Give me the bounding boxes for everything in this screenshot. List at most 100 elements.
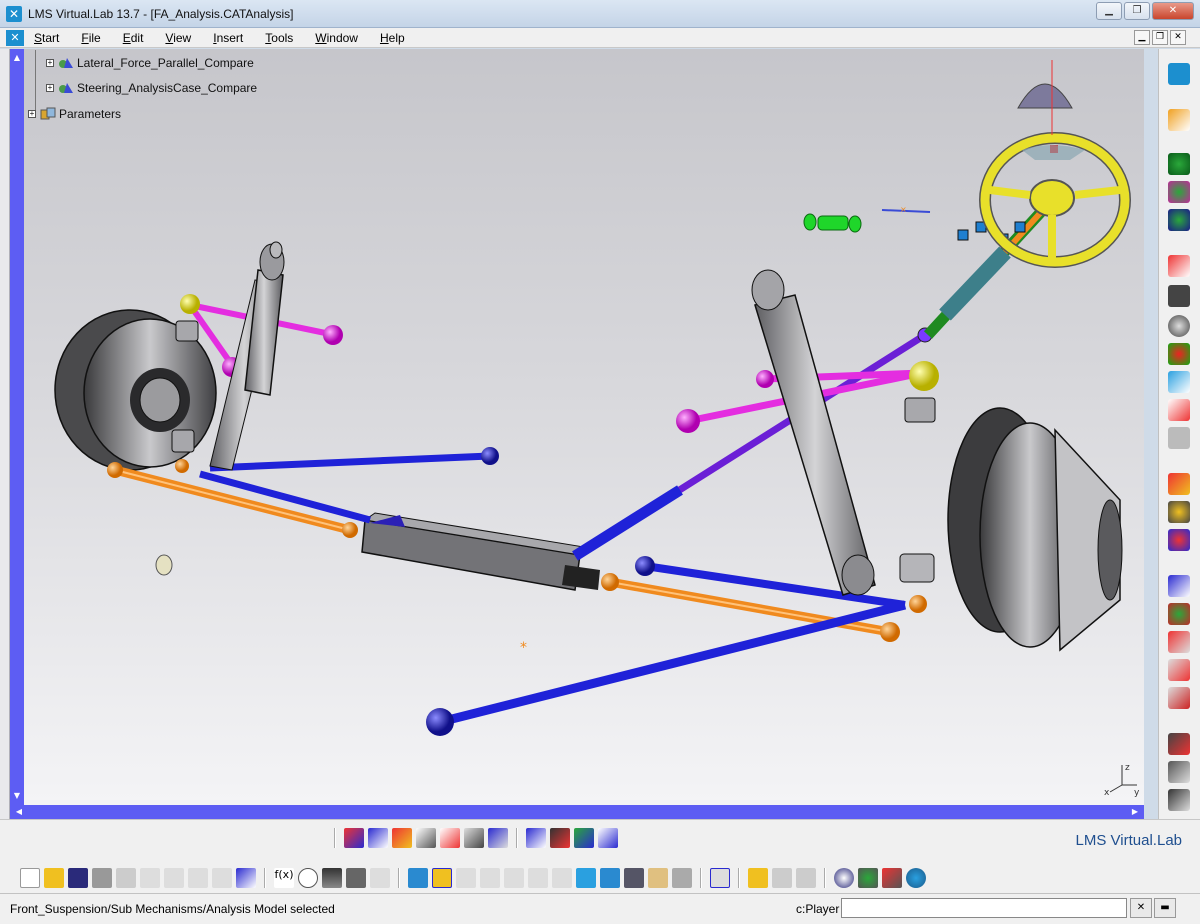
horizontal-scrollbar[interactable]: ◀ ▶ [10,805,1144,819]
render-style-icon[interactable] [624,868,644,888]
surface-icon[interactable] [1168,371,1190,393]
grayed-2-icon[interactable] [796,868,816,888]
tree-item[interactable]: + Steering_AnalysisCase_Compare [46,77,257,99]
doc-restore-button[interactable]: ❐ [1152,30,1168,45]
tree-item[interactable]: + Lateral_Force_Parallel_Compare [46,52,254,74]
vertical-scrollbar[interactable]: ▲ ▼ [10,49,24,805]
menu-insert[interactable]: Insert [213,31,243,45]
select-icon[interactable] [1168,109,1190,131]
menu-edit[interactable]: Edit [123,31,144,45]
update-icon[interactable] [906,868,926,888]
trace-icon[interactable] [598,828,618,848]
restore-button[interactable]: ❐ [1124,2,1150,20]
open-icon[interactable] [44,868,64,888]
tree-item[interactable]: + Parameters [28,103,121,125]
right-shock-absorber[interactable] [751,269,936,596]
hide-show-icon[interactable] [648,868,668,888]
suspension-model[interactable]: ⨯ * z x y [10,49,1144,805]
table-icon[interactable] [464,828,484,848]
animate-icon[interactable] [526,828,546,848]
contact-icon[interactable] [1168,343,1190,365]
command-input[interactable] [841,898,1127,918]
expand-icon[interactable]: + [28,110,36,118]
print-icon[interactable] [92,868,112,888]
command-stop-icon[interactable]: ✕ [1130,898,1152,918]
redo-icon[interactable] [212,868,232,888]
grayed-icon[interactable] [772,868,792,888]
pan-icon[interactable] [456,868,476,888]
scroll-left-icon[interactable]: ◀ [14,807,24,817]
close-button[interactable]: ✕ [1152,2,1194,20]
right-wheel[interactable] [947,407,1123,652]
plot-icon[interactable] [344,828,364,848]
measure-icon[interactable] [440,828,460,848]
sensor-icon[interactable] [1168,603,1190,625]
menu-view[interactable]: View [165,31,191,45]
document-icon[interactable]: ✕ [6,30,24,46]
rotate-icon[interactable] [480,868,500,888]
new-icon[interactable] [20,868,40,888]
right-lower-control-arm[interactable] [426,556,907,736]
curve-icon[interactable] [1168,399,1190,421]
simulate-icon[interactable] [858,868,878,888]
axis-2-icon[interactable] [1168,761,1190,783]
tie-rod-left[interactable] [107,459,358,538]
scroll-right-icon[interactable]: ▶ [1130,807,1140,817]
copy-icon[interactable] [140,868,160,888]
left-lower-control-arm[interactable] [199,447,499,524]
axis-icon[interactable] [1168,733,1190,755]
constraint-icon[interactable] [1168,631,1190,653]
mechanism-3-icon[interactable] [1168,209,1190,231]
report-icon[interactable] [416,828,436,848]
lms-app-icon[interactable]: ✕ [6,6,22,22]
scroll-down-icon[interactable]: ▼ [12,791,22,801]
export-icon[interactable] [488,828,508,848]
zoom-out-icon[interactable] [528,868,548,888]
command-run-icon[interactable]: ▬ [1154,898,1176,918]
body-icon[interactable] [1168,473,1190,495]
menu-tools[interactable]: Tools [265,31,293,45]
mechanism-2-icon[interactable] [1168,181,1190,203]
toolbar-handle[interactable] [516,828,518,848]
doc-close-button[interactable]: ✕ [1170,30,1186,45]
undo-icon[interactable] [188,868,208,888]
toolbar-handle[interactable] [824,868,826,888]
zoom-in-icon[interactable] [504,868,524,888]
load-icon[interactable] [1168,501,1190,523]
batch-icon[interactable] [882,868,902,888]
force-icon[interactable] [1168,529,1190,551]
spring-icon[interactable] [1168,255,1190,277]
fly-icon[interactable] [408,868,428,888]
joint-icon[interactable] [1168,285,1190,307]
workbench-icon[interactable] [1168,63,1190,85]
save-icon[interactable] [68,868,88,888]
catalog-icon[interactable] [370,868,390,888]
toolbar-handle[interactable] [700,868,702,888]
graph-icon[interactable] [368,828,388,848]
multi-view-icon[interactable] [576,868,596,888]
comment-icon[interactable] [298,868,318,888]
constraint-2-icon[interactable] [1168,659,1190,681]
snap-icon[interactable] [748,868,768,888]
iso-view-icon[interactable] [600,868,620,888]
formula-icon[interactable]: f(x) [274,868,294,888]
toolbar-handle[interactable] [334,828,336,848]
fit-all-icon[interactable] [432,868,452,888]
menu-start[interactable]: Start [34,31,59,45]
constraint-3-icon[interactable] [1168,687,1190,709]
swap-space-icon[interactable] [672,868,692,888]
minimize-button[interactable]: ▁ [1096,2,1122,20]
green-joint-part[interactable] [803,213,862,233]
grayed-tool-icon[interactable] [1168,427,1190,449]
paste-icon[interactable] [164,868,184,888]
expand-icon[interactable]: + [46,84,54,92]
menu-file[interactable]: File [81,31,100,45]
toolbar-handle[interactable] [738,868,740,888]
steering-linkage[interactable] [572,327,933,561]
menu-help[interactable]: Help [380,31,405,45]
image-icon[interactable] [574,828,594,848]
lock-icon[interactable] [346,868,366,888]
results-icon[interactable] [392,828,412,848]
axis-3-icon[interactable] [1168,789,1190,811]
simf-icon[interactable] [1168,315,1190,337]
